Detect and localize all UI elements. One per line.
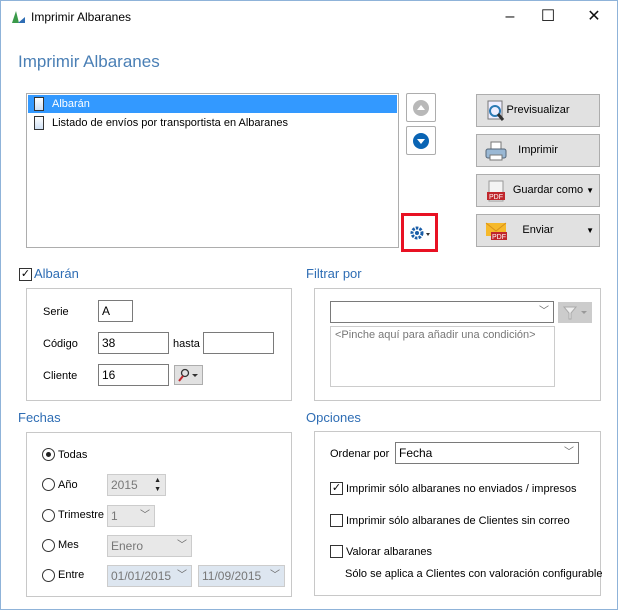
mes-label: Mes	[58, 539, 79, 551]
cliente-label: Cliente	[43, 370, 78, 382]
opt2-checkbox[interactable]	[330, 514, 343, 527]
send-label: Enviar	[522, 224, 554, 236]
preview-label: Previsualizar	[506, 104, 570, 116]
chevron-down-icon: ﹀	[177, 540, 187, 551]
cliente-input[interactable]: 16	[98, 364, 169, 386]
save-as-button[interactable]: PDF Guardar como ▼	[476, 174, 600, 207]
codigo-input[interactable]: 38	[98, 332, 169, 354]
chevron-down-icon: ﹀	[564, 447, 574, 458]
trimestre-select[interactable]: 1 ﹀	[107, 505, 155, 527]
anio-label: Año	[58, 479, 78, 491]
close-button[interactable]: ✕	[571, 5, 617, 29]
valorar-note: Sólo se aplica a Clientes con valoración…	[345, 568, 603, 580]
list-item[interactable]: Albarán	[28, 95, 397, 113]
anio-spinner[interactable]: 2015 ▲ ▼	[107, 474, 166, 496]
app-logo-icon	[10, 9, 26, 25]
opt3-checkbox[interactable]	[330, 545, 343, 558]
preview-icon	[487, 100, 505, 121]
anio-radio[interactable]	[42, 478, 55, 491]
document-icon	[34, 97, 44, 111]
date-to-picker[interactable]: 11/09/2015 ﹀	[198, 565, 285, 587]
filter-button[interactable]	[558, 302, 592, 323]
serie-label: Serie	[43, 306, 69, 318]
chevron-down-icon: ﹀	[177, 570, 187, 581]
mes-radio[interactable]	[42, 539, 55, 552]
maximize-button[interactable]: ☐	[525, 5, 571, 29]
hasta-label: hasta	[173, 338, 200, 350]
report-list[interactable]: Albarán Listado de envíos por transporti…	[26, 93, 399, 248]
trimestre-label: Trimestre	[58, 509, 105, 521]
entre-radio[interactable]	[42, 569, 55, 582]
window-title: Imprimir Albaranes	[31, 10, 132, 24]
entre-label: Entre	[58, 569, 85, 581]
filter-icon	[562, 306, 587, 320]
email-pdf-icon: PDF	[485, 222, 507, 241]
fechas-section-title: Fechas	[18, 410, 61, 425]
opciones-section-title: Opciones	[306, 410, 361, 425]
albaran-checkbox[interactable]: ✓	[19, 268, 32, 281]
list-item-label: Listado de envíos por transportista en A…	[52, 117, 289, 129]
pdf-icon: PDF	[487, 180, 505, 202]
date-from-picker[interactable]: 01/01/2015 ﹀	[107, 565, 192, 587]
filter-field-combo[interactable]: ﹀	[330, 301, 554, 323]
mes-select[interactable]: Enero ﹀	[107, 535, 192, 557]
filter-section-title: Filtrar por	[306, 266, 362, 281]
opt3-label: Valorar albaranes	[346, 546, 433, 558]
move-up-button[interactable]	[406, 93, 436, 122]
opt2-label: Imprimir sólo albaranes de Clientes sin …	[346, 515, 570, 527]
print-label: Imprimir	[518, 144, 558, 156]
spinner-arrows-icon[interactable]: ▲ ▼	[154, 476, 161, 494]
trimestre-radio[interactable]	[42, 509, 55, 522]
chevron-down-icon: ﹀	[270, 570, 280, 581]
svg-text:PDF: PDF	[492, 234, 506, 241]
print-button[interactable]: Imprimir	[476, 134, 600, 167]
list-item-label: Albarán	[52, 98, 90, 110]
ordenar-label: Ordenar por	[330, 448, 390, 460]
send-button[interactable]: PDF Enviar ▼	[476, 214, 600, 247]
page-title: Imprimir Albaranes	[18, 52, 160, 71]
preview-button[interactable]: Previsualizar	[476, 94, 600, 127]
hasta-input[interactable]	[203, 332, 274, 354]
opt1-checkbox[interactable]: ✓	[330, 482, 343, 495]
chevron-down-icon: ﹀	[140, 510, 150, 521]
serie-input[interactable]: A	[98, 300, 133, 322]
list-item[interactable]: Listado de envíos por transportista en A…	[28, 114, 397, 132]
dropdown-arrow-icon: ▼	[586, 226, 594, 235]
svg-text:PDF: PDF	[489, 194, 503, 201]
gear-icon	[410, 226, 430, 240]
move-down-button[interactable]	[406, 126, 436, 155]
codigo-label: Código	[43, 338, 78, 350]
document-icon	[34, 116, 44, 130]
condition-area[interactable]: <Pinche aquí para añadir una condición>	[330, 326, 555, 387]
dropdown-arrow-icon: ▼	[586, 186, 594, 195]
albaran-section-title: Albarán	[34, 266, 79, 281]
printer-icon	[485, 141, 507, 161]
arrow-up-icon	[413, 100, 429, 116]
opt1-label: Imprimir sólo albaranes no enviados / im…	[346, 483, 577, 495]
todas-label: Todas	[58, 449, 88, 461]
arrow-down-icon	[413, 133, 429, 149]
print-dialog: Imprimir Albaranes – ☐ ✕ Imprimir Albara…	[0, 0, 618, 610]
search-icon	[178, 368, 198, 382]
todas-radio[interactable]	[42, 448, 55, 461]
settings-menu-button[interactable]	[401, 213, 438, 252]
save-as-label: Guardar como	[512, 184, 584, 196]
cliente-search-button[interactable]	[174, 365, 203, 385]
ordenar-select[interactable]: Fecha ﹀	[395, 442, 579, 464]
chevron-down-icon: ﹀	[539, 306, 549, 317]
